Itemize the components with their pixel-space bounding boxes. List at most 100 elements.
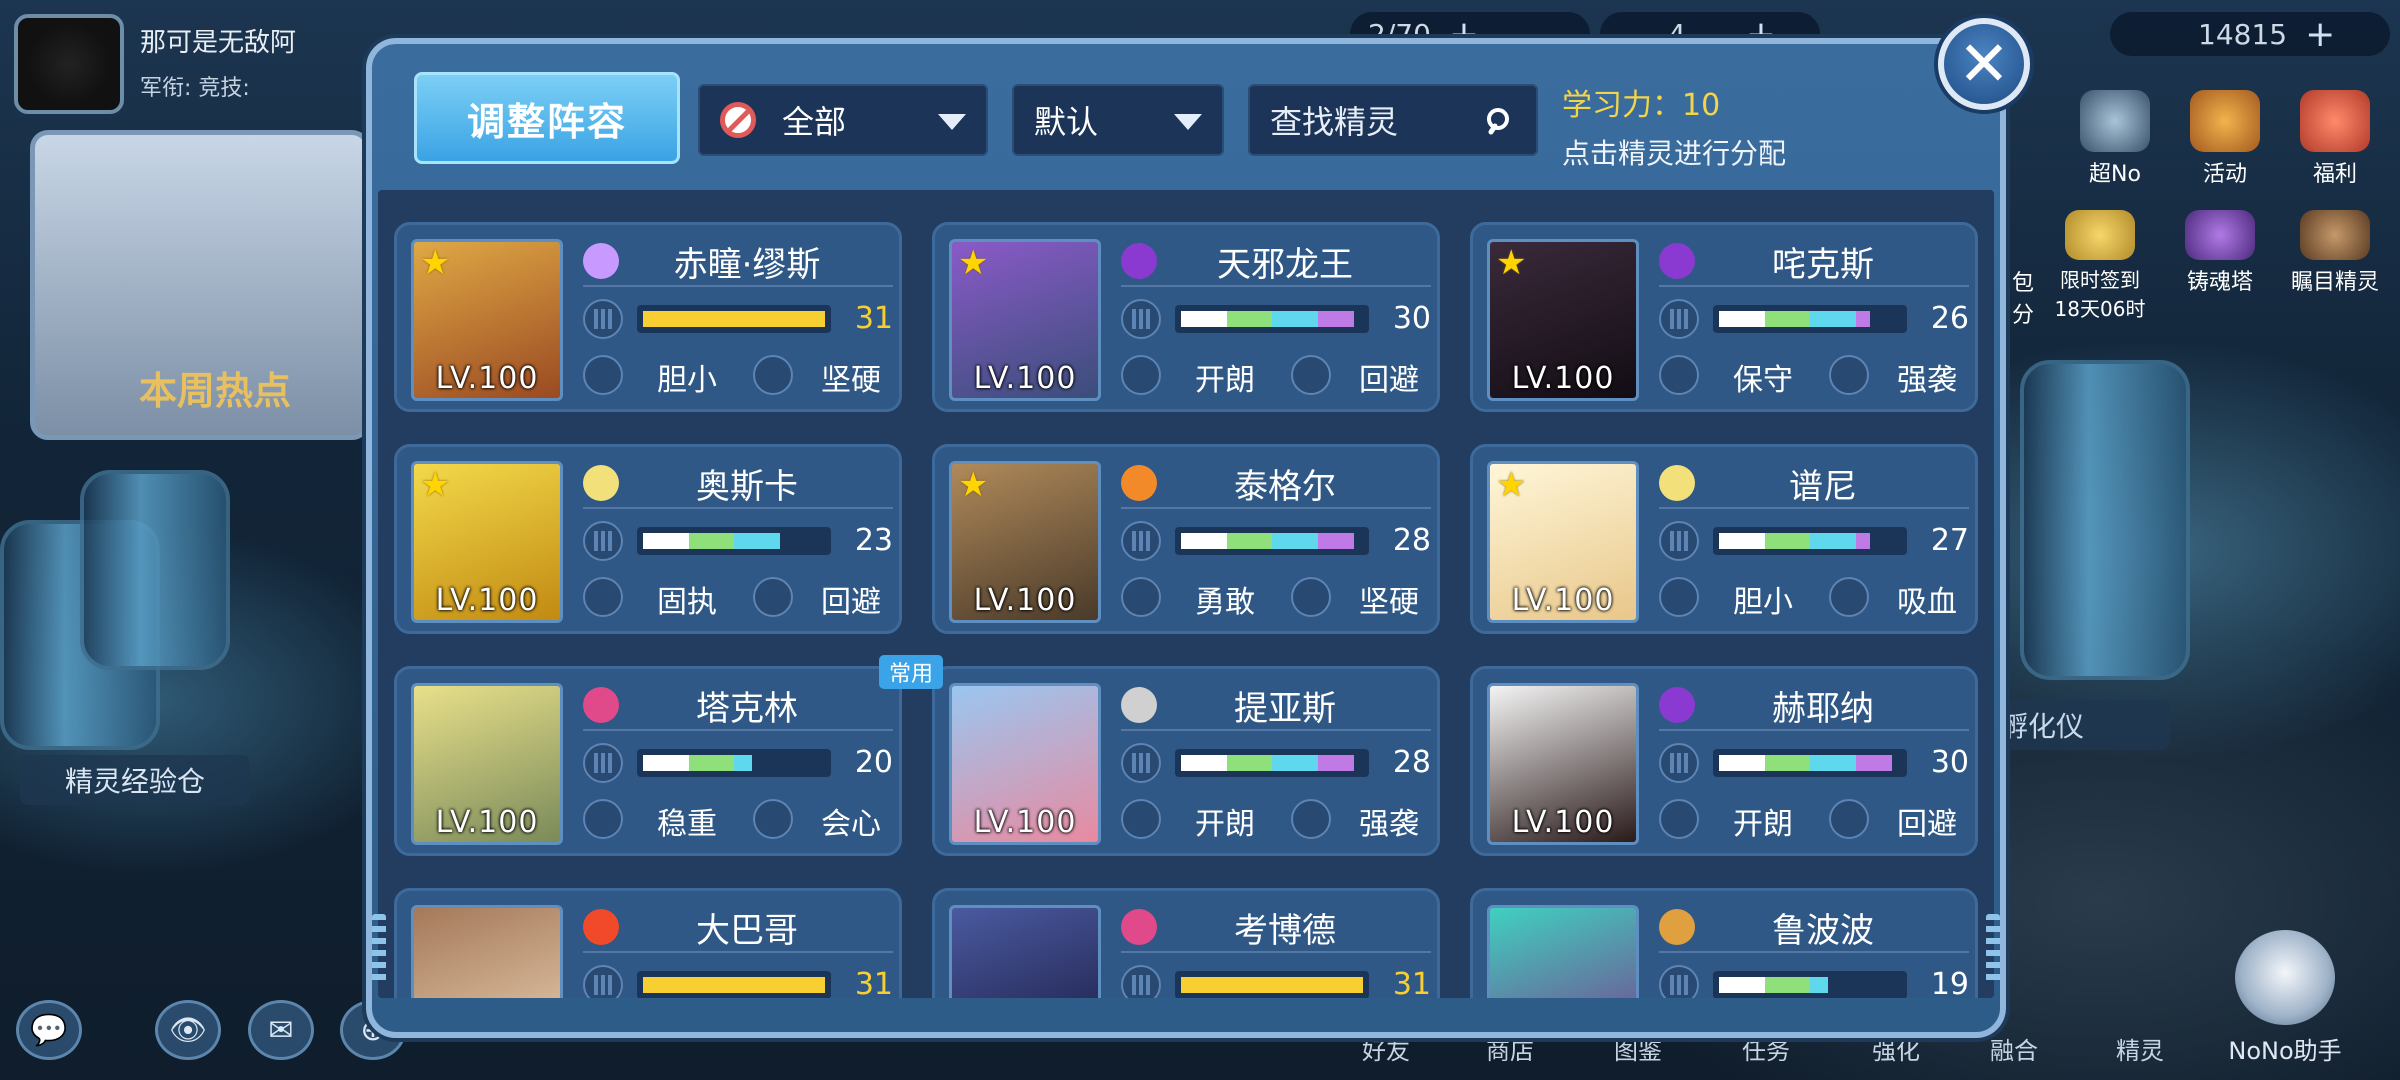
- add-resource-button[interactable]: +: [2305, 14, 2335, 55]
- mail-icon[interactable]: ✉: [248, 1000, 314, 1060]
- attribute-filter-dropdown[interactable]: 全部: [698, 84, 988, 156]
- spirit-card[interactable]: LV.100 赫耶纳 30 开朗 回避: [1470, 666, 1978, 856]
- spirit-portrait[interactable]: LV.100: [949, 683, 1101, 845]
- stat-icon: [1659, 743, 1699, 783]
- bar-segment: [1764, 311, 1810, 327]
- lineup-panel: 调整阵容 全部 默认 查找精灵 学习力：10 点击精灵进行分配 ★ LV.100 赤…: [366, 38, 2006, 1038]
- personality-label: 稳重: [657, 807, 717, 842]
- filter-value: 全部: [782, 103, 847, 141]
- partial-label: 分: [2011, 303, 2034, 328]
- learning-power-bar: [637, 305, 831, 333]
- spirit-list[interactable]: ★ LV.100 赤瞳·缪斯 31 胆小 坚硬 ★ LV.100 天邪龙王 30 开朗 回避 ★ LV.1…: [378, 190, 1994, 998]
- learning-power-value: 23: [854, 523, 893, 558]
- personality-label: 胆小: [657, 363, 717, 398]
- nav-super-no[interactable]: 超No: [2060, 90, 2170, 188]
- spirit-name: 天邪龙王: [1217, 245, 1353, 285]
- learning-power-bar: [1175, 527, 1369, 555]
- spirit-card[interactable]: ★ LV.100 天邪龙王 30 开朗 回避: [932, 222, 1440, 412]
- spirit-portrait[interactable]: [949, 905, 1101, 998]
- spirit-portrait[interactable]: [1487, 905, 1639, 998]
- adjust-lineup-button[interactable]: 调整阵容: [414, 72, 680, 164]
- feature-label: 回避: [821, 585, 881, 620]
- scroll-right-handle[interactable]: [1986, 914, 2000, 984]
- stat-icon: [1121, 743, 1161, 783]
- spirit-portrait[interactable]: LV.100: [1487, 683, 1639, 845]
- nav-spirits[interactable]: 精灵: [2116, 1031, 2164, 1066]
- stat-icon: [1659, 299, 1699, 339]
- nono-assistant[interactable]: NoNo助手: [2210, 930, 2360, 1066]
- personality-icon: [1659, 799, 1699, 839]
- spirit-card[interactable]: ★ LV.100 赤瞳·缪斯 31 胆小 坚硬: [394, 222, 902, 412]
- spirit-portrait[interactable]: ★ LV.100: [411, 239, 563, 401]
- divider: [1659, 729, 1969, 731]
- learning-power-value: 28: [1392, 745, 1431, 780]
- bar-segment: [1855, 311, 1871, 327]
- spirit-card[interactable]: ★ LV.100 奥斯卡 23 固执 回避: [394, 444, 902, 634]
- hot-week-banner[interactable]: 本周热点: [30, 130, 370, 440]
- spirit-card[interactable]: LV.100 塔克林 20 稳重 会心 常用: [394, 655, 943, 856]
- spirit-portrait[interactable]: ★ LV.100: [1487, 239, 1639, 401]
- spirit-portrait[interactable]: ★ LV.100: [411, 461, 563, 623]
- scroll-left-handle[interactable]: [372, 914, 386, 984]
- spirit-card[interactable]: 大巴哥 31: [394, 888, 902, 998]
- spirit-portrait[interactable]: [411, 905, 563, 998]
- personality-icon: [1121, 799, 1161, 839]
- chat-icon[interactable]: 💬: [16, 1000, 82, 1060]
- spirit-portrait[interactable]: ★ LV.100: [949, 461, 1101, 623]
- spirit-level: LV.100: [1511, 583, 1615, 618]
- spirit-card[interactable]: 考博德 31: [932, 888, 1440, 998]
- star-icon: ★: [1496, 243, 1527, 283]
- divider: [1121, 507, 1431, 509]
- bar-segment: [1272, 533, 1318, 549]
- hot-week-label: 本周热点: [138, 369, 291, 413]
- bar-segment: [1181, 755, 1227, 771]
- divider: [583, 507, 893, 509]
- feature-icon: [1829, 577, 1869, 617]
- nav-soul-tower[interactable]: 铸魂塔: [2165, 210, 2275, 296]
- eye-icon[interactable]: 👁: [155, 1000, 221, 1060]
- star-icon: ★: [958, 465, 989, 505]
- divider: [583, 951, 893, 953]
- feature-icon: [753, 577, 793, 617]
- personality-icon: [583, 799, 623, 839]
- spirit-card[interactable]: ★ LV.100 谱尼 27 胆小 吸血: [1470, 444, 1978, 634]
- bar-segment: [1810, 311, 1856, 327]
- nono-robot-icon: [2235, 930, 2335, 1025]
- search-input[interactable]: 查找精灵: [1248, 84, 1538, 156]
- spirit-card[interactable]: 鲁波波 19: [1470, 888, 1978, 998]
- spirit-card[interactable]: LV.100 提亚斯 28 开朗 强袭: [932, 666, 1440, 856]
- player-avatar[interactable]: [14, 14, 124, 114]
- bar-segment: [734, 533, 780, 549]
- personality-label: 胆小: [1733, 585, 1793, 620]
- sort-dropdown[interactable]: 默认: [1012, 84, 1224, 156]
- spirit-card[interactable]: ★ LV.100 咤克斯 26 保守 强袭: [1470, 222, 1978, 412]
- nav-fusion[interactable]: 融合: [1990, 1031, 2038, 1066]
- close-button[interactable]: ✕: [1938, 18, 2030, 110]
- search-icon[interactable]: [1484, 106, 1516, 138]
- feature-label: 吸血: [1897, 585, 1957, 620]
- exp-cabin-label[interactable]: 精灵经验仓: [20, 755, 250, 805]
- spirit-portrait[interactable]: LV.100: [411, 683, 563, 845]
- spirit-name: 鲁波波: [1772, 911, 1874, 951]
- nav-label: 铸魂塔: [2186, 270, 2253, 295]
- spirit-name: 奥斯卡: [696, 467, 798, 507]
- bar-segment: [1181, 977, 1363, 993]
- bar-segment: [1719, 977, 1765, 993]
- spirit-card[interactable]: ★ LV.100 泰格尔 28 勇敢 坚硬: [932, 444, 1440, 634]
- checkin-icon: [2065, 210, 2135, 260]
- nav-activity[interactable]: 活动: [2170, 90, 2280, 188]
- bar-segment: [734, 755, 753, 771]
- learning-power-bar: [637, 971, 831, 998]
- nav-featured-spirit[interactable]: 瞩目精灵: [2280, 210, 2390, 296]
- nav-checkin[interactable]: 限时签到 18天06时: [2030, 210, 2170, 322]
- feature-icon: [1291, 577, 1331, 617]
- bar-segment: [1181, 533, 1227, 549]
- spirit-portrait[interactable]: ★ LV.100: [949, 239, 1101, 401]
- spirit-name: 赤瞳·缪斯: [673, 245, 821, 285]
- nav-welfare[interactable]: 福利: [2280, 90, 2390, 188]
- spirit-level: LV.100: [1511, 361, 1615, 396]
- personality-label: 保守: [1733, 363, 1793, 398]
- bar-segment: [643, 755, 689, 771]
- hatcher-label[interactable]: 孵化仪: [1990, 700, 2170, 750]
- spirit-portrait[interactable]: ★ LV.100: [1487, 461, 1639, 623]
